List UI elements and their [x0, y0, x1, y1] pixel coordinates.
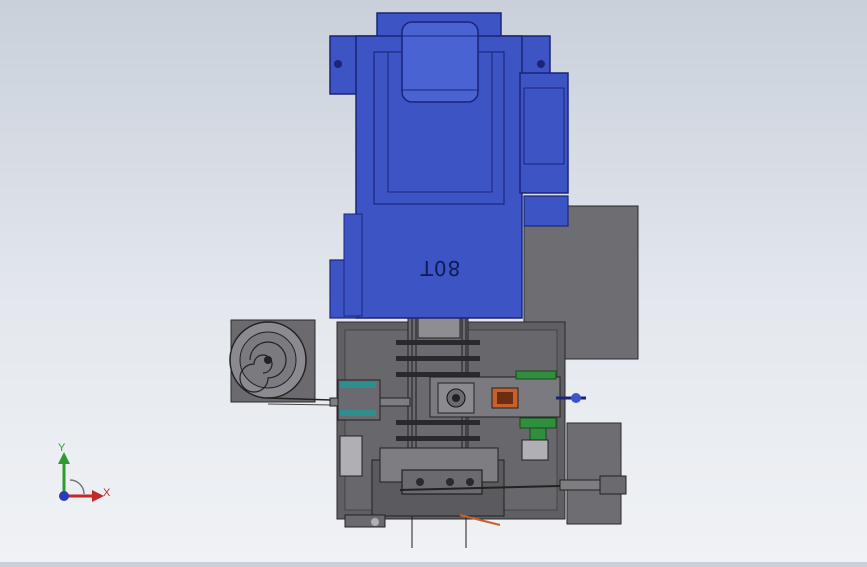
triad-y-label: Y [58, 442, 66, 454]
side-panel-right-lower [566, 422, 622, 525]
triad-x-label: X [103, 487, 111, 499]
press-model-label: 80T [419, 256, 461, 280]
cad-viewport[interactable]: 80T Y X [0, 0, 867, 562]
hydraulic-unit [519, 72, 569, 194]
